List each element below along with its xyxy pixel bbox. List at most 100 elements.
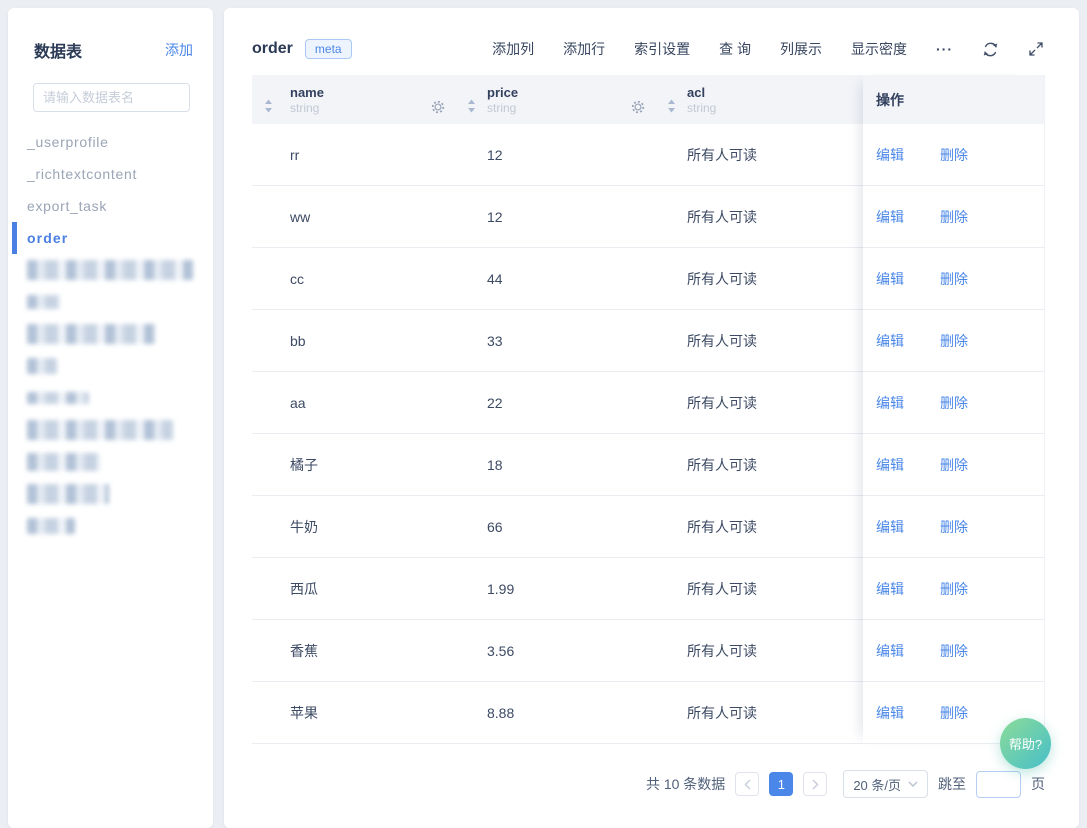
cell-name: 香蕉 bbox=[252, 641, 455, 661]
column-settings-icon[interactable] bbox=[631, 100, 645, 114]
redacted-text bbox=[27, 295, 61, 309]
column-type: string bbox=[487, 101, 631, 116]
delete-link[interactable]: 删除 bbox=[940, 703, 968, 723]
delete-link[interactable]: 删除 bbox=[940, 641, 968, 661]
cell-name: aa bbox=[252, 395, 455, 411]
jump-unit: 页 bbox=[1031, 774, 1045, 794]
page-size-select[interactable]: 20 条/页 bbox=[843, 770, 928, 798]
sidebar-item-_userprofile[interactable]: _userprofile bbox=[8, 126, 213, 158]
display-density-button[interactable]: 显示密度 bbox=[851, 39, 907, 59]
add-column-button[interactable]: 添加列 bbox=[492, 39, 534, 59]
meta-badge: meta bbox=[305, 39, 352, 59]
add-table-link[interactable]: 添加 bbox=[165, 40, 193, 60]
delete-link[interactable]: 删除 bbox=[940, 517, 968, 537]
column-settings-icon[interactable] bbox=[431, 100, 445, 114]
edit-link[interactable]: 编辑 bbox=[876, 269, 904, 289]
redacted-text bbox=[27, 484, 109, 504]
sidebar-item-_richtextcontent[interactable]: _richtextcontent bbox=[8, 158, 213, 190]
table-search-input[interactable] bbox=[33, 83, 190, 112]
cell-price: 12 bbox=[455, 209, 655, 225]
cell-name: rr bbox=[252, 147, 455, 163]
sidebar-item-redacted[interactable] bbox=[8, 510, 213, 542]
help-button[interactable]: 帮助? bbox=[1000, 718, 1051, 769]
sidebar-item-redacted[interactable] bbox=[8, 254, 213, 286]
page-size-value: 20 条/页 bbox=[853, 775, 901, 794]
cell-name: cc bbox=[252, 271, 455, 287]
ops-row: 编辑 删除 bbox=[863, 434, 1044, 496]
table-name-label: _richtextcontent bbox=[27, 166, 137, 182]
toolbar: 添加列 添加行 索引设置 查 询 列展示 显示密度 ··· bbox=[492, 39, 1044, 59]
sort-icon[interactable] bbox=[661, 99, 681, 113]
redacted-text bbox=[27, 260, 193, 280]
column-display-button[interactable]: 列展示 bbox=[780, 39, 822, 59]
sidebar-title: 数据表 bbox=[34, 38, 82, 62]
ops-column-header: 操作 bbox=[863, 75, 1044, 124]
table-name-label: export_task bbox=[27, 198, 107, 214]
app-root: 数据表 添加 _userprofile _richtextcontent exp… bbox=[0, 0, 1087, 828]
sort-icon[interactable] bbox=[461, 99, 481, 113]
sidebar-item-order[interactable]: order bbox=[12, 222, 213, 254]
delete-link[interactable]: 删除 bbox=[940, 145, 968, 165]
toolbar-actions: 添加列 添加行 索引设置 查 询 列展示 显示密度 bbox=[492, 39, 907, 59]
sort-icon[interactable] bbox=[258, 99, 278, 113]
ops-row: 编辑 删除 bbox=[863, 372, 1044, 434]
edit-link[interactable]: 编辑 bbox=[876, 331, 904, 351]
index-settings-button[interactable]: 索引设置 bbox=[634, 39, 690, 59]
sidebar-item-redacted[interactable] bbox=[8, 446, 213, 478]
cell-price: 66 bbox=[455, 519, 655, 535]
sidebar-item-redacted[interactable] bbox=[8, 350, 213, 382]
refresh-icon[interactable] bbox=[982, 41, 999, 58]
sidebar-item-redacted[interactable] bbox=[8, 414, 213, 446]
sidebar-item-redacted[interactable] bbox=[8, 478, 213, 510]
delete-link[interactable]: 删除 bbox=[940, 207, 968, 227]
ops-row: 编辑 删除 bbox=[863, 310, 1044, 372]
query-button[interactable]: 查 询 bbox=[719, 39, 751, 59]
main-panel: order meta 添加列添加行索引设置查 询列展示显示密度 ··· bbox=[224, 8, 1079, 828]
ops-row: 编辑 删除 bbox=[863, 620, 1044, 682]
prev-page-button[interactable] bbox=[735, 772, 759, 796]
sidebar-item-redacted[interactable] bbox=[8, 286, 213, 318]
redacted-text bbox=[27, 420, 173, 440]
delete-link[interactable]: 删除 bbox=[940, 579, 968, 599]
cell-price: 3.56 bbox=[455, 643, 655, 659]
edit-link[interactable]: 编辑 bbox=[876, 455, 904, 475]
table-list: _userprofile _richtextcontent export_tas… bbox=[8, 126, 213, 542]
data-table: name string price string bbox=[252, 75, 1045, 744]
delete-link[interactable]: 删除 bbox=[940, 393, 968, 413]
column-title: name bbox=[290, 85, 431, 101]
cell-name: ww bbox=[252, 209, 455, 225]
next-page-button[interactable] bbox=[803, 772, 827, 796]
edit-link[interactable]: 编辑 bbox=[876, 393, 904, 413]
column-type: string bbox=[290, 101, 431, 116]
delete-link[interactable]: 删除 bbox=[940, 331, 968, 351]
delete-link[interactable]: 删除 bbox=[940, 455, 968, 475]
column-title: price bbox=[487, 85, 631, 101]
edit-link[interactable]: 编辑 bbox=[876, 517, 904, 537]
cell-name: bb bbox=[252, 333, 455, 349]
jump-page-input[interactable] bbox=[976, 771, 1021, 798]
expand-icon[interactable] bbox=[1028, 41, 1044, 57]
sidebar-item-redacted[interactable] bbox=[8, 382, 213, 414]
column-header-name: name string bbox=[252, 75, 455, 124]
edit-link[interactable]: 编辑 bbox=[876, 207, 904, 227]
edit-link[interactable]: 编辑 bbox=[876, 579, 904, 599]
cell-price: 18 bbox=[455, 457, 655, 473]
pagination: 共 10 条数据 1 20 条/页 跳至 页 bbox=[224, 770, 1045, 798]
ops-row: 编辑 删除 bbox=[863, 558, 1044, 620]
column-header-price: price string bbox=[455, 75, 655, 124]
edit-link[interactable]: 编辑 bbox=[876, 145, 904, 165]
sidebar-item-redacted[interactable] bbox=[8, 318, 213, 350]
ops-row: 编辑 删除 bbox=[863, 186, 1044, 248]
add-row-button[interactable]: 添加行 bbox=[563, 39, 605, 59]
redacted-text bbox=[27, 324, 155, 344]
edit-link[interactable]: 编辑 bbox=[876, 703, 904, 723]
table-name-label: _userprofile bbox=[27, 134, 109, 150]
more-icon[interactable]: ··· bbox=[936, 41, 953, 57]
redacted-text bbox=[27, 358, 57, 374]
sidebar-item-export_task[interactable]: export_task bbox=[8, 190, 213, 222]
delete-link[interactable]: 删除 bbox=[940, 269, 968, 289]
cell-name: 橘子 bbox=[252, 455, 455, 475]
edit-link[interactable]: 编辑 bbox=[876, 641, 904, 661]
cell-price: 44 bbox=[455, 271, 655, 287]
current-page-button[interactable]: 1 bbox=[769, 772, 793, 796]
